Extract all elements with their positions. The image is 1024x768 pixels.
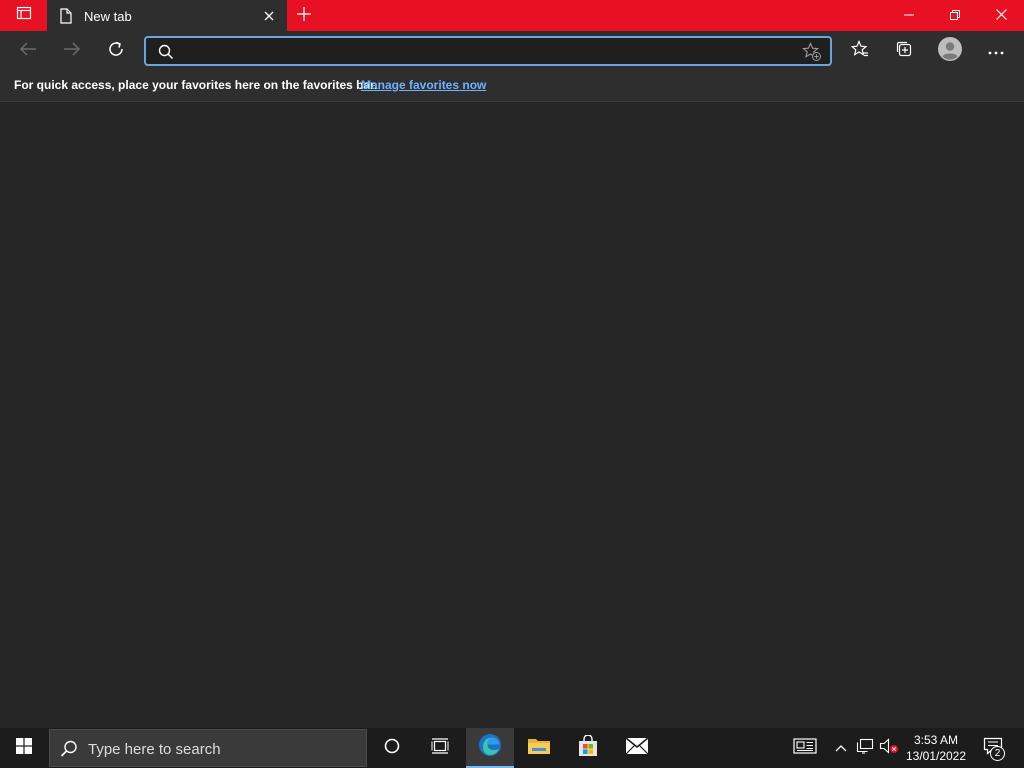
start-button[interactable] (0, 728, 48, 768)
clock-time: 3:53 AM (913, 733, 959, 747)
close-icon (995, 7, 1007, 25)
folder-icon (527, 736, 551, 761)
minimize-icon (904, 7, 914, 25)
more-icon (988, 42, 1004, 60)
new-tab-button[interactable] (292, 4, 316, 28)
address-bar[interactable] (144, 36, 832, 66)
tab-title: New tab (84, 9, 132, 24)
chevron-up-icon (835, 739, 847, 757)
tab-actions-button[interactable] (0, 0, 47, 31)
back-button[interactable] (12, 35, 44, 67)
network-button[interactable] (854, 728, 876, 768)
store-bag-icon (577, 733, 599, 762)
tab-close-icon[interactable] (261, 8, 277, 24)
notification-count-badge: 2 (990, 746, 1005, 761)
news-icon (793, 737, 817, 760)
favorites-button[interactable] (844, 35, 876, 67)
taskbar-search-placeholder: Type here to search (88, 741, 221, 758)
windows-logo-icon (16, 737, 32, 759)
taskbar: Type here to search 3:53 AM 13/01/2022 2 (0, 728, 1024, 768)
mail-icon (625, 736, 649, 760)
manage-favorites-link[interactable]: Manage favorites now (361, 78, 486, 92)
taskbar-clock[interactable]: 3:53 AM 13/01/2022 (903, 732, 969, 764)
cortana-circle-icon (384, 738, 400, 759)
plus-icon (297, 6, 311, 26)
back-arrow-icon (19, 41, 37, 62)
collections-button[interactable] (888, 35, 920, 67)
refresh-button[interactable] (100, 35, 132, 67)
restore-icon (950, 7, 960, 25)
add-favorite-icon[interactable] (802, 42, 822, 67)
taskbar-search-box[interactable]: Type here to search (49, 729, 367, 767)
clock-date: 13/01/2022 (905, 749, 967, 763)
title-bar: New tab (0, 0, 1024, 31)
forward-button[interactable] (56, 35, 88, 67)
taskbar-edge-button[interactable] (466, 728, 514, 768)
forward-arrow-icon (63, 41, 81, 62)
avatar-icon (938, 36, 962, 66)
search-icon (158, 44, 174, 65)
task-view-button[interactable] (416, 728, 464, 768)
news-widget-button[interactable] (790, 728, 820, 768)
collections-icon (895, 40, 913, 63)
taskbar-mail-button[interactable] (613, 728, 661, 768)
page-icon (59, 8, 73, 29)
volume-button[interactable] (878, 728, 900, 768)
refresh-icon (107, 40, 125, 63)
show-hidden-icons-button[interactable] (830, 728, 852, 768)
tab-new-tab[interactable]: New tab (47, 0, 287, 31)
network-icon (856, 738, 874, 759)
favorites-bar-message: For quick access, place your favorites h… (14, 78, 378, 92)
minimize-button[interactable] (886, 0, 932, 31)
page-content (0, 102, 1024, 728)
task-view-icon (431, 737, 449, 759)
address-input[interactable] (182, 40, 782, 62)
profile-button[interactable] (934, 35, 966, 67)
taskbar-file-explorer-button[interactable] (515, 728, 563, 768)
settings-more-button[interactable] (980, 35, 1012, 67)
taskbar-store-button[interactable] (564, 728, 612, 768)
close-window-button[interactable] (978, 0, 1024, 31)
tab-actions-icon (16, 5, 32, 26)
edge-icon (477, 732, 503, 763)
favorites-list-icon (850, 39, 869, 63)
volume-muted-icon (879, 737, 899, 759)
cortana-button[interactable] (368, 728, 416, 768)
restore-button[interactable] (932, 0, 978, 31)
favorites-bar: For quick access, place your favorites h… (0, 71, 1024, 102)
search-icon (60, 740, 78, 763)
